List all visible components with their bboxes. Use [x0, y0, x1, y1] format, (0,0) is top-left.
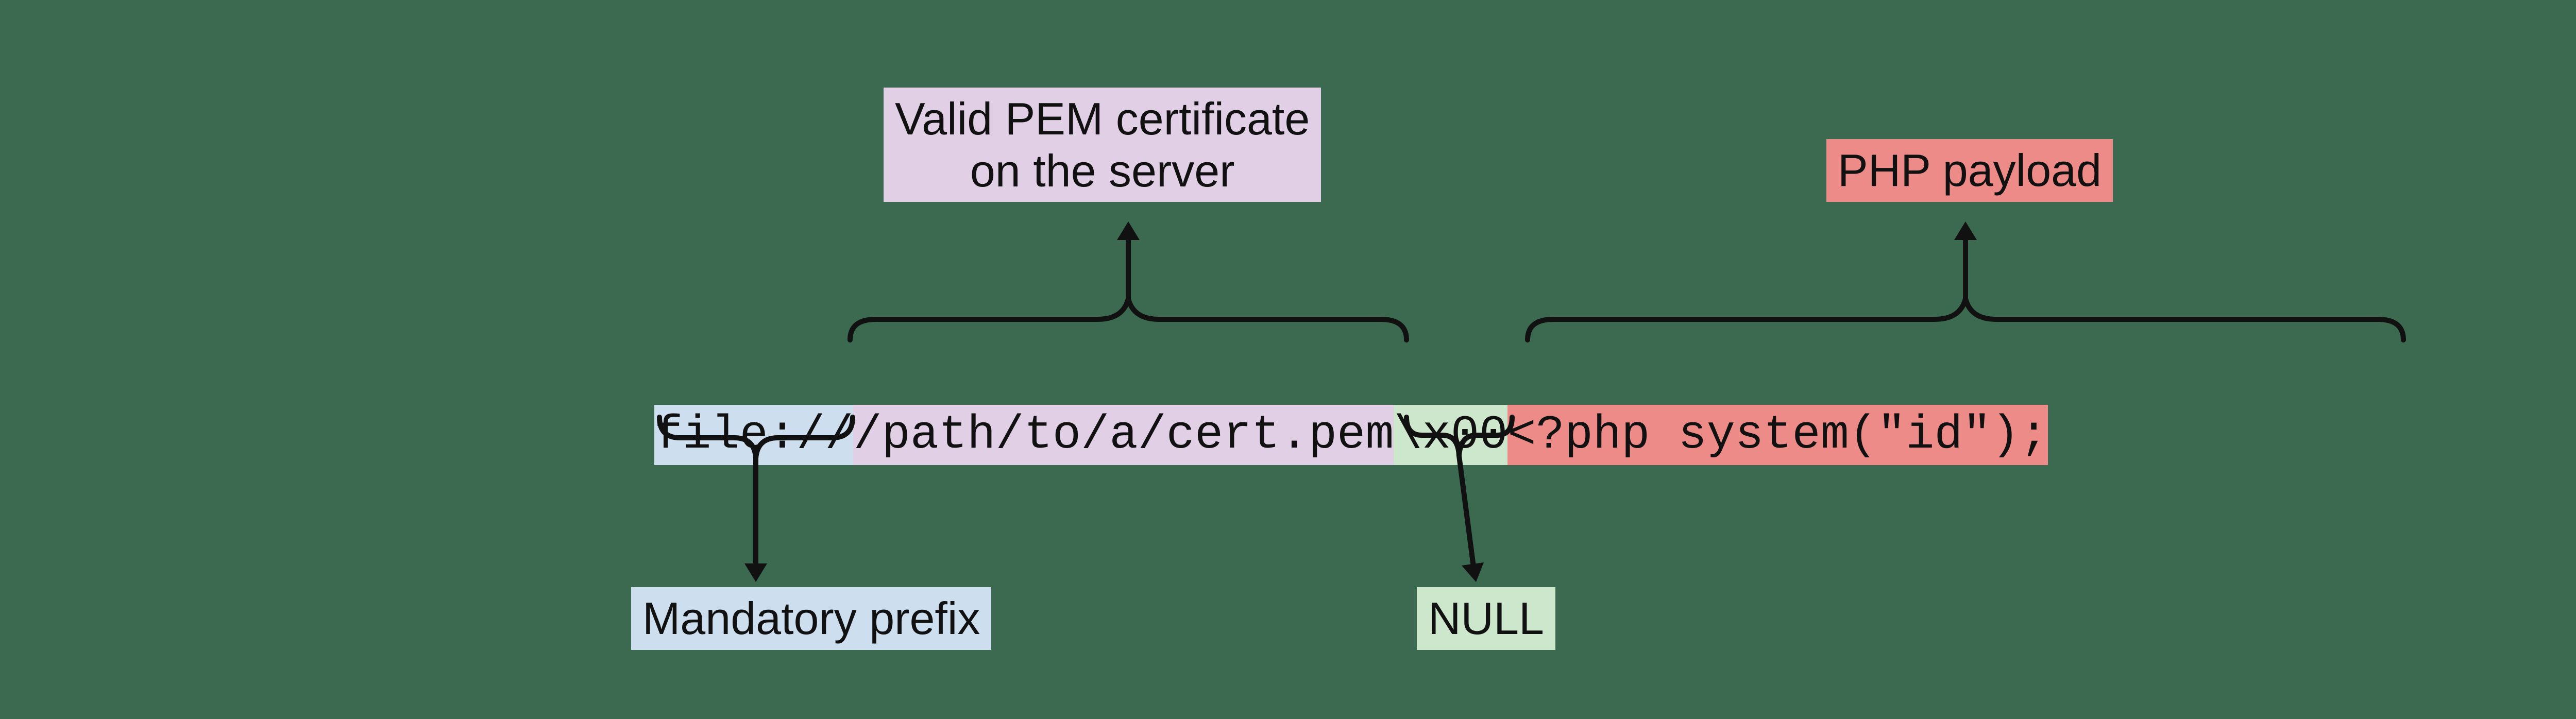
label-mandatory-prefix: Mandatory prefix — [631, 587, 991, 650]
brace-path-top — [845, 221, 1412, 350]
payload-string: file:///path/to/a/cert.pem\x00<?php syst… — [654, 350, 2048, 521]
brace-null-bottom — [1401, 412, 1517, 582]
segment-payload: <?php system("id"); — [1507, 405, 2048, 465]
diagram-stage: file:///path/to/a/cert.pem\x00<?php syst… — [0, 0, 2576, 719]
segment-path: /path/to/a/cert.pem — [853, 405, 1394, 465]
brace-payload-top — [1522, 221, 2409, 350]
label-php-payload: PHP payload — [1826, 139, 2113, 202]
label-null: NULL — [1417, 587, 1555, 650]
brace-prefix-bottom — [654, 412, 858, 582]
label-valid-pem-certificate: Valid PEM certificateon the server — [884, 88, 1321, 202]
